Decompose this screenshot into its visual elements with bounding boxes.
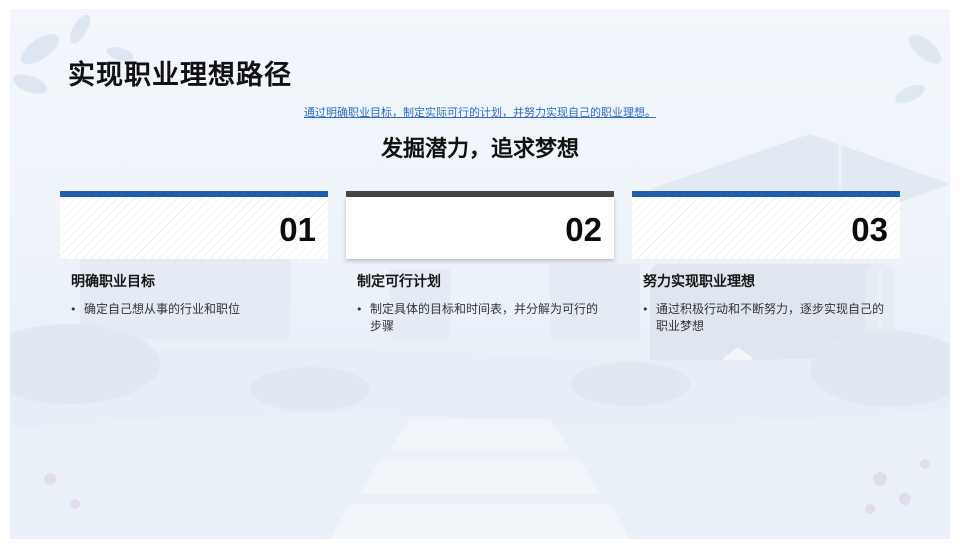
bullet-item: • 通过积极行动和不断努力，逐步实现自己的职业梦想	[642, 301, 892, 335]
bullet-text: 通过积极行动和不断努力，逐步实现自己的职业梦想	[656, 302, 885, 333]
bullet-item: • 制定具体的目标和时间表，并分解为可行的步骤	[356, 301, 606, 335]
bullet-dot: •	[642, 303, 649, 316]
step-card-2: 02 制定可行计划 • 制定具体的目标和时间表，并分解为可行的步骤	[346, 191, 614, 341]
page-title: 实现职业理想路径	[68, 60, 292, 91]
bullet-text: 制定具体的目标和时间表，并分解为可行的步骤	[370, 302, 599, 333]
card-number: 03	[851, 211, 888, 248]
bullet-item: • 确定自己想从事的行业和职位	[70, 301, 320, 318]
slide: 实现职业理想路径 通过明确职业目标，制定实际可行的计划，并努力实现自己的职业理想…	[10, 9, 950, 539]
card-number-box: 03	[632, 197, 900, 259]
card-number: 02	[565, 211, 602, 248]
card-title: 明确职业目标	[71, 274, 155, 290]
bullet-dot: •	[70, 303, 77, 316]
card-number-box: 02	[346, 197, 614, 259]
headline: 发掘潜力，追求梦想	[380, 137, 579, 162]
bullet-dot: •	[356, 303, 363, 316]
step-card-3: 03 努力实现职业理想 • 通过积极行动和不断努力，逐步实现自己的职业梦想	[632, 191, 900, 341]
card-number-box: 01	[60, 197, 328, 259]
subtitle-link[interactable]: 通过明确职业目标，制定实际可行的计划，并努力实现自己的职业理想。	[10, 104, 950, 120]
step-card-1: 01 明确职业目标 • 确定自己想从事的行业和职位	[60, 191, 328, 341]
card-number: 01	[279, 211, 316, 248]
bullet-text: 确定自己想从事的行业和职位	[84, 302, 241, 316]
card-title: 努力实现职业理想	[643, 274, 755, 290]
card-title: 制定可行计划	[357, 274, 441, 290]
